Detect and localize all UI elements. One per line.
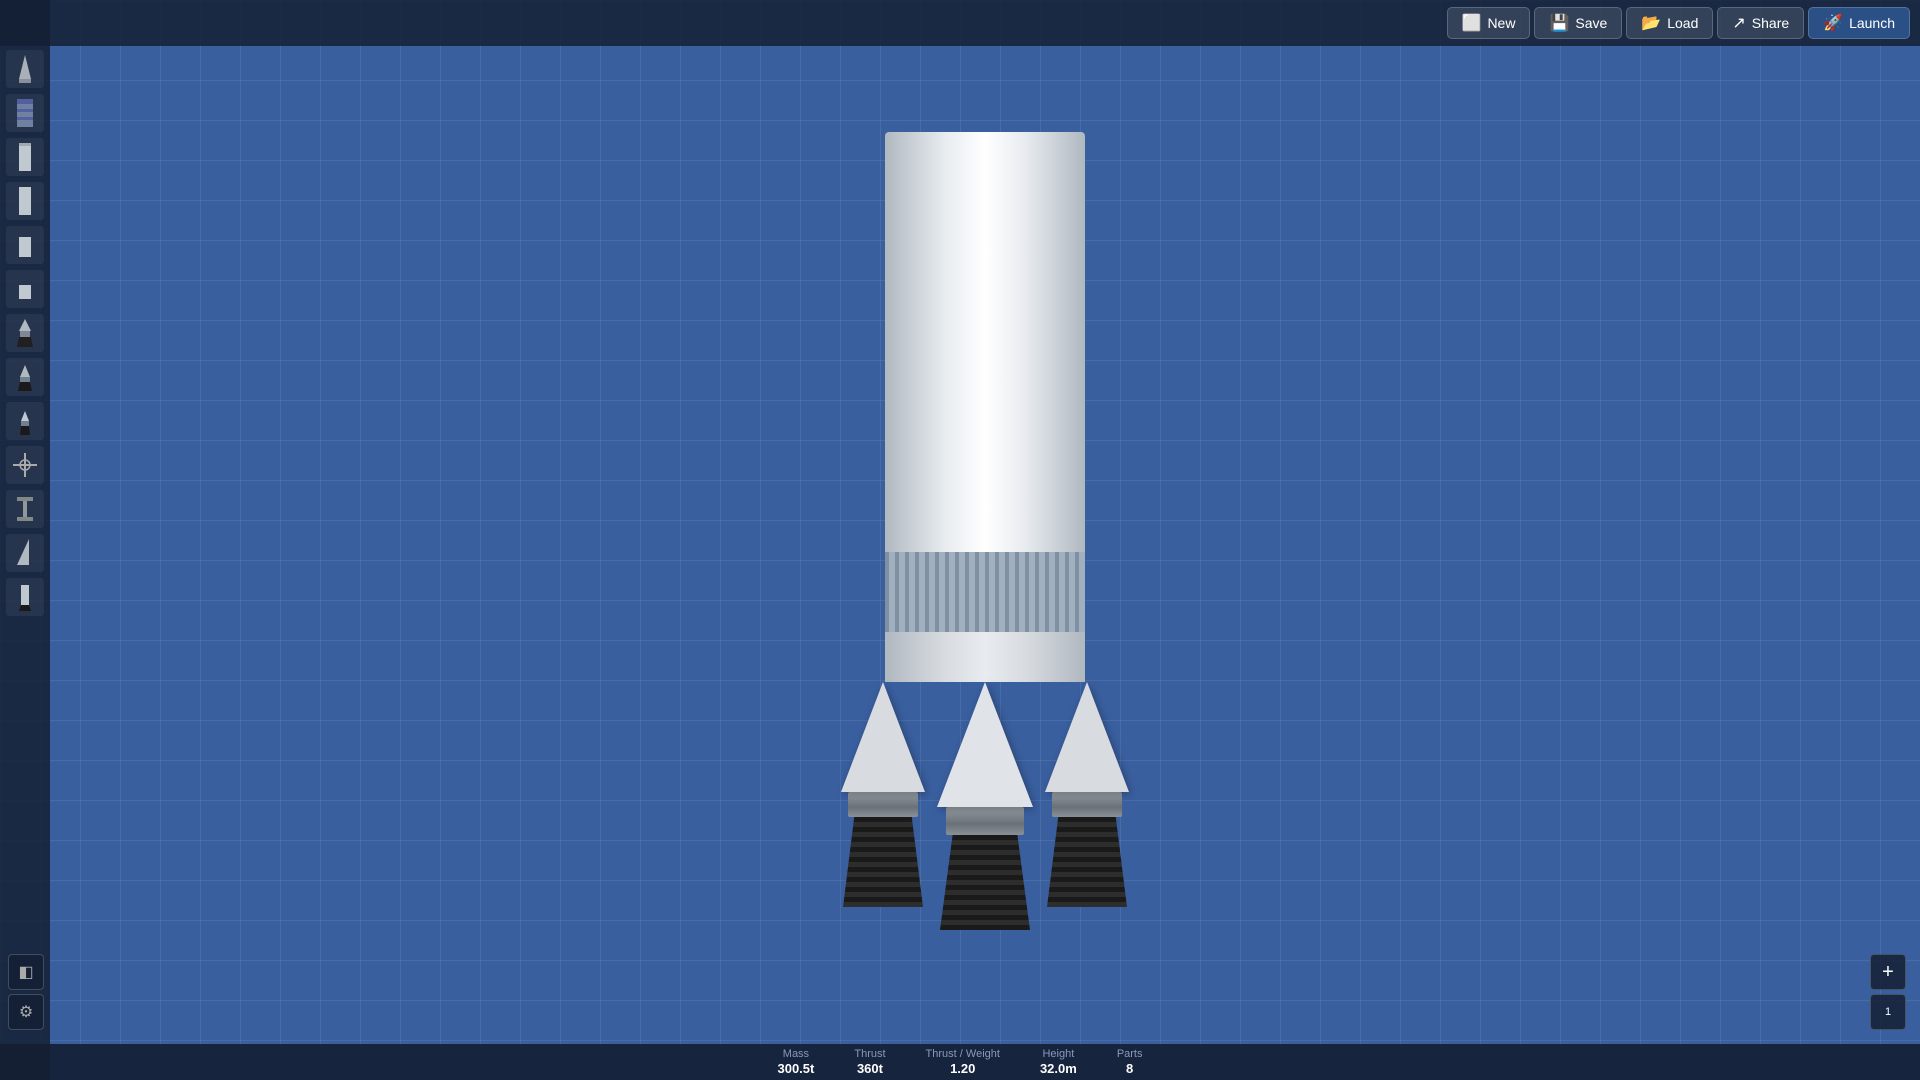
engine-pod-right: [1045, 682, 1129, 907]
engines-row: [841, 682, 1129, 930]
new-icon: ⬜: [1462, 13, 1482, 33]
mass-label: Mass: [783, 1048, 809, 1061]
toolbar: ⬜ New 💾 Save 📂 Load ↗ Share 🚀 Launch: [0, 0, 1920, 46]
part-tank-4[interactable]: [6, 270, 44, 308]
mass-value: 300.5t: [777, 1061, 814, 1077]
height-label: Height: [1042, 1048, 1074, 1061]
parts-sidebar: [0, 0, 50, 1080]
engine-pod-left: [841, 682, 925, 907]
stat-tw: Thrust / Weight 1.20: [926, 1048, 1000, 1077]
tw-value: 1.20: [950, 1061, 975, 1077]
zoom-in-button[interactable]: +: [1870, 954, 1906, 990]
share-button[interactable]: ↗ Share: [1717, 7, 1804, 39]
part-engine-1[interactable]: [6, 314, 44, 352]
height-value: 32.0m: [1040, 1061, 1077, 1077]
rocket-ribbed-section: [885, 552, 1085, 632]
load-icon: 📂: [1641, 13, 1661, 33]
rocket-model: [825, 132, 1145, 912]
save-button[interactable]: 💾 Save: [1534, 7, 1622, 39]
thrust-label: Thrust: [854, 1048, 885, 1061]
save-label: Save: [1575, 15, 1607, 31]
thrust-value: 360t: [857, 1061, 883, 1077]
parts-label: Parts: [1117, 1048, 1143, 1061]
part-engine-3[interactable]: [6, 402, 44, 440]
rocket-scene: [50, 0, 1920, 1044]
part-tank-2[interactable]: [6, 182, 44, 220]
part-tank-3[interactable]: [6, 226, 44, 264]
stat-mass: Mass 300.5t: [777, 1048, 814, 1077]
settings-button[interactable]: ⚙: [8, 994, 44, 1030]
launch-button[interactable]: 🚀 Launch: [1808, 7, 1910, 39]
engine-section: [825, 682, 1145, 912]
share-label: Share: [1752, 15, 1789, 31]
new-label: New: [1487, 15, 1515, 31]
part-nose-cone[interactable]: [6, 50, 44, 88]
stat-height: Height 32.0m: [1040, 1048, 1077, 1077]
load-button[interactable]: 📂 Load: [1626, 7, 1713, 39]
new-button[interactable]: ⬜ New: [1447, 7, 1531, 39]
sidebar-toggle-button[interactable]: ◧: [8, 954, 44, 990]
parts-value: 8: [1126, 1061, 1133, 1077]
launch-label: Launch: [1849, 15, 1895, 31]
stat-parts: Parts 8: [1117, 1048, 1143, 1077]
save-icon: 💾: [1549, 13, 1569, 33]
part-tank-1[interactable]: [6, 138, 44, 176]
tw-label: Thrust / Weight: [926, 1048, 1000, 1061]
part-strut[interactable]: [6, 490, 44, 528]
zoom-level: 1: [1870, 994, 1906, 1030]
part-separator[interactable]: [6, 446, 44, 484]
share-icon: ↗: [1732, 13, 1745, 33]
rocket-lower-section: [885, 632, 1085, 682]
sidebar-toggle: ◧ ⚙: [8, 954, 44, 1030]
part-booster[interactable]: [6, 578, 44, 616]
load-label: Load: [1667, 15, 1698, 31]
part-engine-2[interactable]: [6, 358, 44, 396]
launch-icon: 🚀: [1823, 13, 1843, 33]
rocket-upper-body: [885, 132, 1085, 552]
stat-thrust: Thrust 360t: [854, 1048, 885, 1077]
status-bar: Mass 300.5t Thrust 360t Thrust / Weight …: [0, 1044, 1920, 1080]
part-fin[interactable]: [6, 534, 44, 572]
engine-pod-center: [937, 682, 1033, 930]
zoom-controls: + 1: [1870, 954, 1906, 1030]
part-tank-striped[interactable]: [6, 94, 44, 132]
